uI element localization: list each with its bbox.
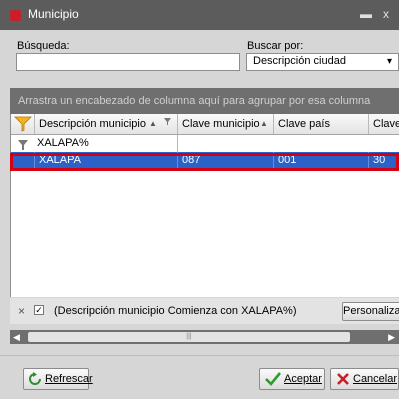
column-header-descripcion[interactable]: Descripción municipio ▲	[35, 114, 178, 134]
filter-row[interactable]: XALAPA%	[11, 135, 399, 153]
scroll-right-icon[interactable]: ▶	[388, 330, 395, 344]
close-button[interactable]: x	[378, 6, 394, 22]
window-title: Municipio	[28, 7, 79, 21]
title-bar: Municipio ▬ x	[0, 0, 399, 30]
scrollbar-thumb[interactable]: |||	[28, 332, 350, 342]
results-grid: Descripción municipio ▲ Clave municipio …	[10, 114, 399, 297]
funnel-icon	[14, 116, 32, 132]
accept-label: Aceptar	[284, 373, 322, 385]
column-header-clave-pais[interactable]: Clave país	[274, 114, 369, 134]
checkmark-icon	[265, 372, 281, 386]
search-by-select[interactable]: Descripción ciudad ▾	[246, 53, 399, 71]
grid-header: Descripción municipio ▲ Clave municipio …	[11, 114, 399, 135]
cancel-label: Cancelar	[353, 373, 398, 385]
refresh-label: Refrescar	[45, 373, 93, 385]
chevron-down-icon: ▾	[386, 56, 392, 67]
column-header-clave-municipio[interactable]: Clave municipio ▲	[178, 114, 274, 134]
horizontal-scrollbar[interactable]: ◀ ||| ▶	[10, 330, 399, 344]
filter-indicator-cell[interactable]	[11, 114, 35, 134]
sort-asc-icon: ▲	[149, 119, 157, 128]
filter-text: (Descripción municipio Comienza con XALA…	[54, 305, 297, 317]
search-by-label: Buscar por:	[247, 40, 304, 52]
cancel-button[interactable]: Cancelar	[330, 368, 399, 390]
selected-row-highlight	[10, 153, 399, 171]
search-label: Búsqueda:	[17, 40, 70, 52]
scroll-left-icon[interactable]: ◀	[13, 330, 20, 344]
filter-status-bar: × ✓ (Descripción municipio Comienza con …	[10, 298, 399, 324]
divider	[0, 355, 399, 356]
accept-button[interactable]: Aceptar	[259, 368, 325, 390]
search-by-value: Descripción ciudad	[253, 55, 346, 67]
group-hint: Arrastra un encabezado de columna aquí p…	[18, 95, 371, 107]
column-header-clave-estado[interactable]: Clave es	[369, 114, 399, 134]
column-filter-icon[interactable]	[164, 118, 171, 125]
minimize-button[interactable]: ▬	[358, 6, 374, 22]
filter-cell-descripcion[interactable]: XALAPA%	[35, 135, 178, 152]
filter-row-funnel-icon	[18, 140, 28, 150]
clear-filter-icon[interactable]: ×	[18, 304, 25, 318]
refresh-icon	[29, 372, 41, 385]
group-panel[interactable]: Arrastra un encabezado de columna aquí p…	[10, 88, 399, 114]
cancel-x-icon	[337, 373, 349, 385]
refresh-button[interactable]: Refrescar	[23, 368, 93, 390]
search-input[interactable]	[16, 53, 240, 71]
app-icon	[10, 10, 21, 21]
sort-asc-icon: ▲	[260, 119, 268, 128]
customize-filter-button[interactable]: Personalizar...	[342, 302, 399, 321]
filter-active-checkbox[interactable]: ✓	[34, 305, 44, 315]
